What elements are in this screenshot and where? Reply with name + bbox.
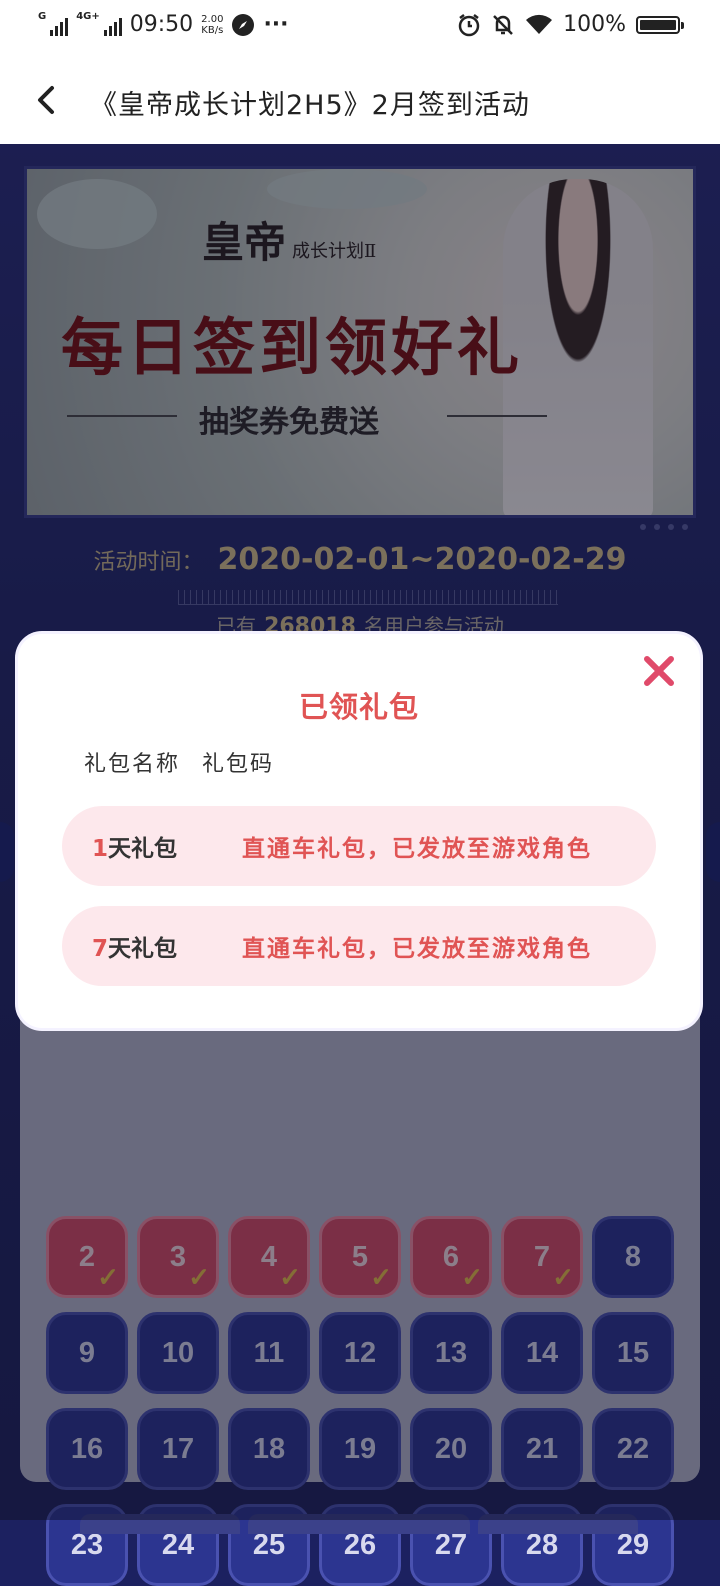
gift-code: 直通车礼包，已发放至游戏角色 bbox=[242, 936, 592, 962]
dialog-column-headers: 礼包名称 礼包码 bbox=[84, 746, 274, 778]
side-scroll-handle bbox=[0, 822, 14, 882]
back-arrow-icon[interactable] bbox=[28, 78, 68, 122]
wifi-icon bbox=[526, 14, 553, 34]
gift-code: 直通车礼包，已发放至游戏角色 bbox=[242, 836, 592, 862]
side-scroll-handle bbox=[706, 822, 720, 882]
gift-day: 7 bbox=[92, 936, 109, 962]
status-bar: G 4G+ 09:50 2.00 KB/s ··· 100% bbox=[0, 0, 720, 56]
network-speed-unit: KB/s bbox=[201, 24, 224, 36]
battery-icon bbox=[636, 15, 684, 34]
column-gift-code: 礼包码 bbox=[202, 752, 275, 777]
mute-bell-icon bbox=[493, 14, 513, 35]
gift-row: 7天礼包 直通车礼包，已发放至游戏角色 bbox=[62, 906, 656, 986]
more-icon: ··· bbox=[263, 12, 289, 37]
close-icon[interactable] bbox=[642, 654, 676, 688]
battery-percent: 100% bbox=[563, 12, 626, 37]
gift-name-suffix: 天礼包 bbox=[108, 936, 178, 962]
gift-day: 1 bbox=[92, 836, 109, 862]
dialog-title: 已领礼包 bbox=[298, 690, 419, 724]
gift-name-suffix: 天礼包 bbox=[108, 836, 178, 862]
clock: 09:50 bbox=[129, 12, 194, 37]
claimed-gifts-dialog: 已领礼包 礼包名称 礼包码 1天礼包 直通车礼包，已发放至游戏角色 7天礼包 直通… bbox=[18, 634, 700, 1028]
gift-name: 7天礼包 bbox=[62, 929, 242, 963]
column-gift-name: 礼包名称 bbox=[84, 752, 181, 777]
nav-bar: 《皇帝成长计划2H5》2月签到活动 bbox=[0, 56, 720, 144]
network-speed: 2.00 KB/s bbox=[201, 14, 223, 36]
signal-icon-2 bbox=[103, 14, 122, 36]
alarm-icon bbox=[458, 13, 480, 36]
network-type-label: G bbox=[38, 11, 47, 22]
network-speed-value: 2.00 bbox=[201, 13, 224, 25]
network-type-label-2: 4G+ bbox=[76, 11, 100, 22]
gift-row: 1天礼包 直通车礼包，已发放至游戏角色 bbox=[62, 806, 656, 886]
compass-icon bbox=[232, 13, 255, 36]
signal-icon bbox=[50, 14, 69, 36]
gift-name: 1天礼包 bbox=[62, 829, 242, 863]
page-title: 《皇帝成长计划2H5》2月签到活动 bbox=[90, 90, 530, 121]
